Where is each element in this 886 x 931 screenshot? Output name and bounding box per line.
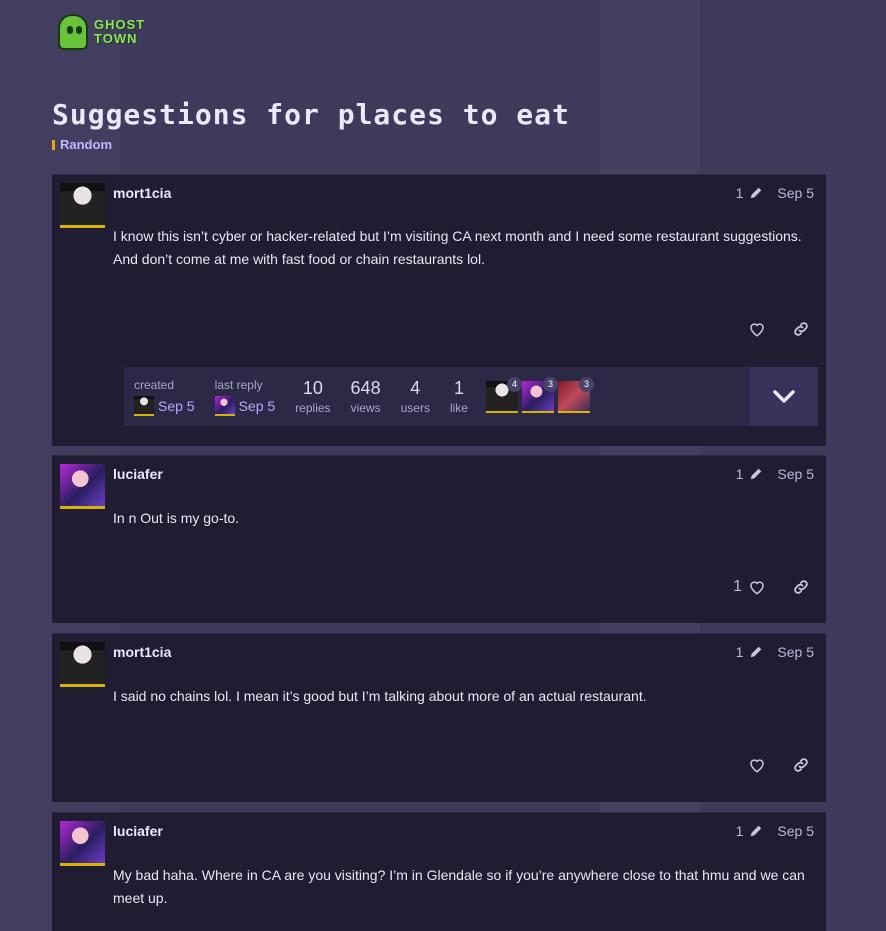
last-reply-date: Sep 5	[238, 397, 276, 414]
post-meta: 1 Sep 5	[736, 644, 814, 660]
edit-count: 1	[735, 185, 744, 201]
stat-users: 4 users	[401, 378, 430, 415]
post-body: I said no chains lol. I mean it’s good b…	[113, 688, 647, 704]
share-link-button[interactable]	[790, 318, 812, 340]
edit-count: 1	[735, 644, 744, 660]
post-body: In n Out is my go-to.	[113, 510, 240, 526]
post-date[interactable]: Sep 5	[777, 823, 814, 839]
share-link-button[interactable]	[790, 754, 812, 776]
edit-history[interactable]: 1	[736, 185, 764, 201]
post-body: My bad haha. Where in CA are you visitin…	[113, 867, 805, 906]
post-date[interactable]: Sep 5	[777, 644, 814, 660]
post-actions	[746, 318, 812, 340]
created-avatar	[134, 395, 154, 416]
edit-count: 1	[735, 466, 744, 482]
topic-header: Suggestions for places to eat Random	[52, 98, 832, 152]
participant-post-count: 3	[578, 376, 594, 392]
like-button[interactable]	[746, 576, 768, 598]
edit-history[interactable]: 1	[736, 466, 764, 482]
stat-label: views	[350, 401, 381, 415]
participant-post-count: 4	[506, 376, 522, 392]
stat-label: users	[400, 401, 430, 415]
avatar[interactable]	[60, 821, 105, 866]
post-date[interactable]: Sep 5	[777, 466, 814, 482]
participant-avatar[interactable]: 3	[557, 376, 594, 413]
username[interactable]: luciafer	[113, 823, 163, 839]
pencil-icon	[751, 187, 762, 199]
category-badge[interactable]: Random	[52, 137, 832, 152]
site-logo[interactable]: GHOST TOWN	[58, 12, 146, 52]
heart-icon	[750, 323, 764, 337]
stat-value: 1	[453, 378, 464, 398]
expand-topic-map-button[interactable]	[750, 367, 818, 426]
stat-replies: 10 replies	[295, 378, 330, 415]
post-4: luciafer 1 Sep 5 My bad haha. Where in C…	[52, 812, 826, 931]
share-link-button[interactable]	[790, 576, 812, 598]
topic-title[interactable]: Suggestions for places to eat	[52, 98, 832, 131]
last-reply-info[interactable]: last reply Sep 5	[214, 377, 276, 416]
participant-avatar[interactable]: 3	[521, 376, 558, 413]
last-reply-label: last reply	[214, 377, 263, 392]
created-label: created	[134, 377, 175, 392]
participant-avatar[interactable]: 4	[485, 376, 522, 413]
pencil-icon	[751, 468, 762, 480]
edit-count: 1	[735, 823, 744, 839]
created-date: Sep 5	[158, 397, 195, 414]
logo-text: GHOST TOWN	[94, 18, 145, 46]
post-actions: 1	[733, 576, 812, 598]
post-date[interactable]: Sep 5	[777, 185, 814, 201]
avatar[interactable]	[60, 464, 105, 509]
post-1: mort1cia 1 Sep 5 I know this isn’t cyber…	[52, 174, 826, 386]
stat-likes: 1 like	[450, 378, 468, 415]
category-color-bar	[52, 139, 55, 150]
avatar[interactable]	[60, 183, 105, 228]
username[interactable]: luciafer	[113, 466, 163, 482]
heart-icon	[750, 759, 764, 773]
post-meta: 1 Sep 5	[736, 823, 814, 839]
post-actions	[746, 754, 812, 776]
edit-history[interactable]: 1	[736, 644, 764, 660]
stat-value: 4	[410, 378, 421, 398]
stat-value: 648	[350, 378, 381, 398]
logo-text-line2: TOWN	[94, 31, 138, 46]
participants: 4 3 3	[485, 376, 594, 413]
username[interactable]: mort1cia	[113, 644, 171, 660]
post-meta: 1 Sep 5	[736, 466, 814, 482]
post-3: mort1cia 1 Sep 5 I said no chains lol. I…	[52, 633, 826, 802]
chevron-down-icon	[773, 389, 795, 403]
category-name: Random	[60, 137, 112, 152]
post-body: I know this isn’t cyber or hacker-relate…	[113, 228, 802, 267]
username[interactable]: mort1cia	[113, 185, 171, 201]
pencil-icon	[751, 646, 762, 658]
link-icon	[794, 322, 808, 336]
last-reply-avatar	[214, 395, 235, 416]
logo-text-line1: GHOST	[94, 17, 146, 32]
participant-post-count: 3	[542, 376, 558, 392]
post-2: luciafer 1 Sep 5 In n Out is my go-to. 1	[52, 455, 826, 623]
stat-label: like	[449, 401, 468, 415]
like-count[interactable]: 1	[733, 578, 742, 596]
avatar[interactable]	[60, 642, 105, 687]
heart-icon	[750, 581, 764, 595]
post-meta: 1 Sep 5	[736, 185, 814, 201]
link-icon	[794, 758, 808, 772]
like-button[interactable]	[746, 318, 768, 340]
site-header: GHOST TOWN	[0, 0, 886, 66]
stat-value: 10	[302, 378, 323, 398]
edit-history[interactable]: 1	[736, 823, 764, 839]
created-info[interactable]: created Sep 5	[134, 378, 195, 416]
ghost-logo-icon	[58, 14, 88, 50]
topic-map: created Sep 5 last reply Sep 5 10 replie…	[124, 367, 818, 426]
link-icon	[794, 580, 808, 594]
pencil-icon	[751, 825, 762, 837]
stat-views: 648 views	[351, 378, 381, 415]
stat-label: replies	[295, 401, 331, 415]
like-button[interactable]	[746, 754, 768, 776]
